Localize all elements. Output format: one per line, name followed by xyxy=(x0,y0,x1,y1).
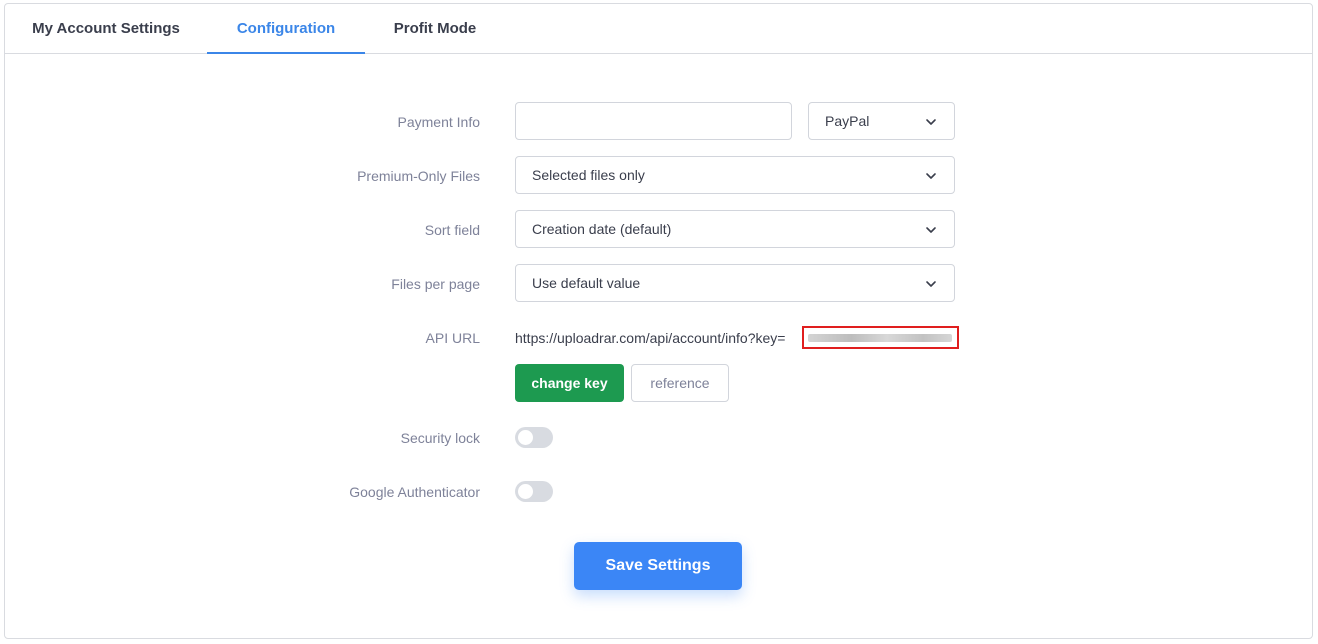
sort-field-select[interactable]: Creation date (default) xyxy=(515,210,955,248)
payment-method-select[interactable]: PayPal xyxy=(808,102,955,140)
google-authenticator-label: Google Authenticator xyxy=(349,484,480,500)
security-lock-toggle[interactable] xyxy=(515,427,553,448)
sort-field-value: Creation date (default) xyxy=(532,221,672,237)
google-authenticator-toggle[interactable] xyxy=(515,481,553,502)
toggle-knob xyxy=(518,430,533,445)
redacted-key xyxy=(808,334,952,342)
security-lock-label: Security lock xyxy=(400,430,480,446)
files-per-page-value: Use default value xyxy=(532,275,641,291)
api-url-value: https://uploadrar.com/api/account/info?k… xyxy=(515,330,786,346)
chevron-down-icon xyxy=(926,119,936,125)
save-settings-button[interactable]: Save Settings xyxy=(574,542,742,590)
payment-method-value: PayPal xyxy=(825,113,870,129)
payment-info-label: Payment Info xyxy=(397,114,481,130)
tab-bar: My Account Settings Configuration Profit… xyxy=(5,4,1312,54)
chevron-down-icon xyxy=(926,227,936,233)
reference-button[interactable]: reference xyxy=(631,364,729,402)
files-per-page-select[interactable]: Use default value xyxy=(515,264,955,302)
chevron-down-icon xyxy=(926,173,936,179)
chevron-down-icon xyxy=(926,281,936,287)
redacted-key-box xyxy=(802,326,959,349)
tab-my-account-settings[interactable]: My Account Settings xyxy=(5,4,207,54)
premium-only-files-label: Premium-Only Files xyxy=(357,168,480,184)
premium-only-files-select[interactable]: Selected files only xyxy=(515,156,955,194)
payment-info-input[interactable] xyxy=(515,102,792,140)
premium-only-files-value: Selected files only xyxy=(532,167,645,183)
change-key-button[interactable]: change key xyxy=(515,364,624,402)
files-per-page-label: Files per page xyxy=(391,276,480,292)
tab-configuration[interactable]: Configuration xyxy=(207,4,365,54)
toggle-knob xyxy=(518,484,533,499)
api-url-label: API URL xyxy=(425,330,480,346)
tab-profit-mode[interactable]: Profit Mode xyxy=(365,4,505,54)
sort-field-label: Sort field xyxy=(424,222,480,238)
